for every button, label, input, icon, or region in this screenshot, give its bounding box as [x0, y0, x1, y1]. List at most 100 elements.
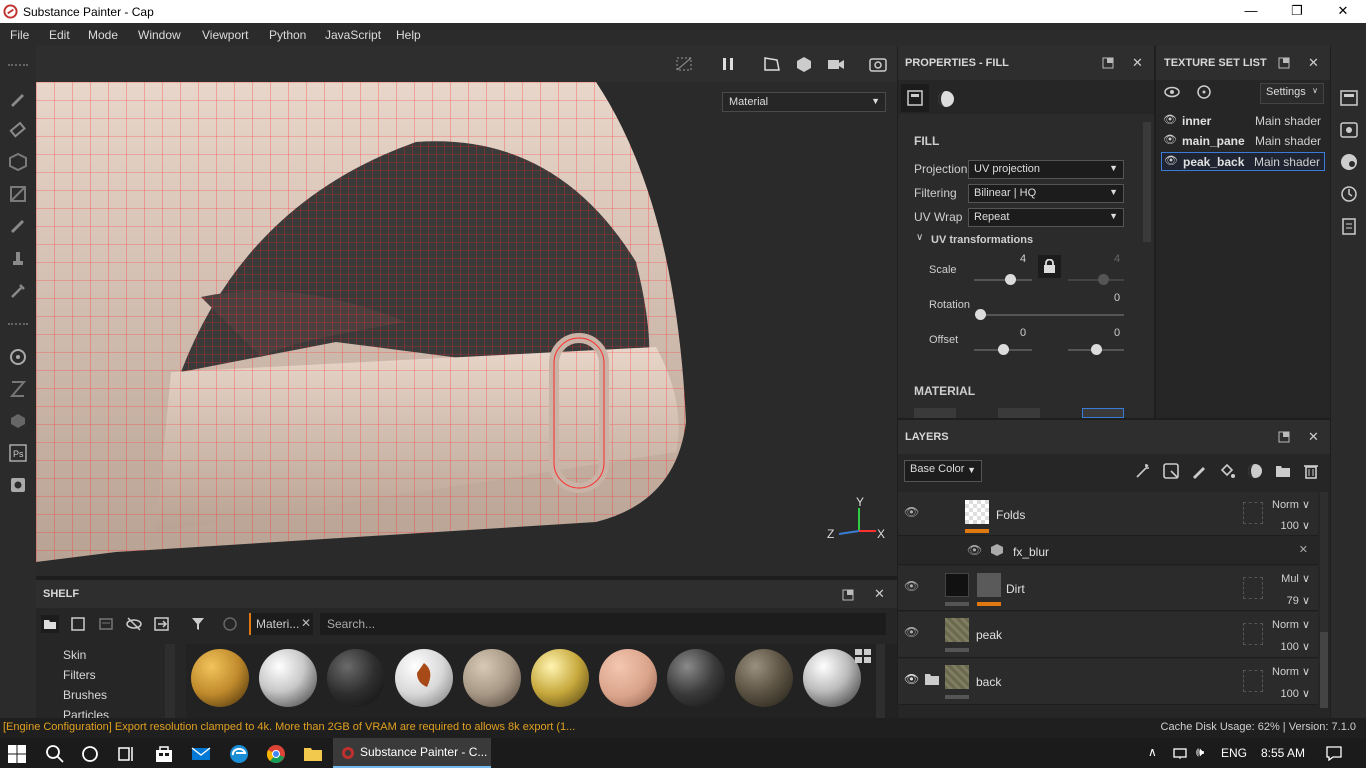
display-mode-dropdown[interactable]: Material ▼ — [722, 92, 886, 112]
filter-icon[interactable] — [189, 615, 207, 633]
category-particles[interactable]: Particles — [63, 708, 109, 718]
menu-viewport[interactable]: Viewport — [202, 28, 248, 42]
opacity[interactable]: 100 ∨ — [1281, 687, 1310, 700]
filtering-dropdown[interactable]: Bilinear | HQ ▼ — [968, 184, 1124, 203]
layers-scrollbar[interactable] — [1320, 492, 1328, 708]
material-thumbnail[interactable] — [327, 649, 385, 707]
category-brushes[interactable]: Brushes — [63, 688, 107, 702]
texture-set-item-selected[interactable]: 👁 peak_back Main shader — [1161, 152, 1325, 171]
opacity[interactable]: 79 ∨ — [1287, 594, 1310, 607]
layer-row[interactable]: 👁 Folds Norm ∨ 100 ∨ — [898, 492, 1318, 536]
bake-icon[interactable] — [8, 379, 28, 399]
scale-slider-knob[interactable] — [1005, 274, 1016, 285]
color-picker-icon[interactable] — [8, 280, 28, 300]
add-folder-icon[interactable] — [1274, 462, 1292, 480]
effect-visibility-icon[interactable]: 👁 — [967, 543, 982, 557]
uv-transformations-title[interactable]: UV transformations — [931, 234, 1033, 246]
layer-visibility-icon[interactable]: 👁 — [904, 505, 919, 519]
shelf-list-icon[interactable] — [97, 615, 115, 633]
settings-dropdown[interactable]: Settings ∨ — [1260, 83, 1324, 104]
blend-mode[interactable]: Mul ∨ — [1281, 572, 1310, 585]
collapse-chevron-icon[interactable]: ∨ — [916, 232, 923, 243]
rotation-slider[interactable] — [980, 314, 1124, 316]
taskbar-app-substance[interactable]: Substance Painter - C... — [333, 738, 491, 768]
system-tray-chevron-icon[interactable]: ∧ — [1148, 745, 1157, 759]
menu-help[interactable]: Help — [396, 28, 421, 42]
history-icon[interactable] — [1339, 184, 1359, 204]
add-mask-icon[interactable] — [1162, 462, 1180, 480]
add-smart-material-icon[interactable] — [1246, 462, 1264, 480]
menu-mode[interactable]: Mode — [88, 28, 118, 42]
log-icon[interactable] — [1339, 216, 1359, 236]
hide-ui-icon[interactable] — [674, 55, 694, 73]
screenshot-icon[interactable] — [868, 55, 888, 73]
windows-start-icon[interactable] — [7, 744, 27, 764]
texture-set-item[interactable]: 👁 inner Main shader — [1161, 112, 1325, 131]
material-channel-button[interactable] — [914, 408, 956, 418]
undock-icon[interactable] — [1278, 57, 1290, 69]
add-fill-layer-icon[interactable] — [1218, 462, 1236, 480]
delete-layer-icon[interactable] — [1302, 462, 1320, 480]
layer-visibility-icon[interactable]: 👁 — [904, 672, 919, 686]
material-channel-button[interactable] — [998, 408, 1040, 418]
cap-mesh-render[interactable] — [36, 82, 897, 576]
material-channel-button[interactable] — [1082, 408, 1124, 418]
substance-icon[interactable] — [8, 411, 28, 431]
close-texture-set-icon[interactable]: ✕ — [1308, 55, 1319, 71]
thumbnails-scrollbar[interactable] — [876, 644, 885, 718]
add-paint-layer-icon[interactable] — [1190, 462, 1208, 480]
layer-row[interactable]: 👁 Dirt Mul ∨ 79 ∨ — [898, 566, 1318, 611]
scale-slider[interactable] — [974, 279, 1032, 281]
shelf-search-input[interactable]: Search... — [320, 613, 886, 635]
view-mode-3d-icon[interactable] — [794, 55, 814, 73]
grid-view-icon[interactable] — [854, 648, 872, 664]
visibility-toggle-icon[interactable] — [1163, 84, 1181, 100]
store-icon[interactable] — [153, 743, 175, 765]
layers-scrollbar-thumb[interactable] — [1320, 632, 1328, 708]
layer-folder-row[interactable]: 👁 back Norm ∨ 100 ∨ — [898, 659, 1318, 705]
layer-visibility-icon[interactable]: 👁 — [904, 579, 919, 593]
channel-dropdown[interactable]: Base Color ▼ — [904, 460, 982, 482]
blend-mode[interactable]: Norm ∨ — [1272, 618, 1310, 631]
texture-set-settings-icon[interactable] — [1339, 88, 1359, 108]
hide-icon[interactable] — [125, 615, 143, 633]
cortana-icon[interactable] — [79, 743, 101, 765]
fill-properties-tab[interactable] — [901, 84, 929, 112]
material-thumbnail[interactable] — [667, 649, 725, 707]
language-indicator[interactable]: ENG — [1221, 746, 1247, 760]
filter-tag-chip[interactable]: Materi... ✕ — [249, 613, 313, 635]
opacity[interactable]: 100 ∨ — [1281, 640, 1310, 653]
eye-icon[interactable]: 👁 — [1163, 113, 1177, 126]
menu-javascript[interactable]: JavaScript — [325, 28, 381, 42]
projection-dropdown[interactable]: UV projection ▼ — [968, 160, 1124, 179]
projection-icon[interactable] — [8, 152, 28, 172]
clone-stamp-icon[interactable] — [8, 248, 28, 268]
file-explorer-icon[interactable] — [302, 743, 324, 765]
network-icon[interactable] — [1172, 746, 1188, 760]
uvwrap-dropdown[interactable]: Repeat ▼ — [968, 208, 1124, 227]
material-thumbnail[interactable] — [531, 649, 589, 707]
menu-edit[interactable]: Edit — [49, 28, 70, 42]
effect-row[interactable]: 👁 fx_blur ✕ — [898, 537, 1318, 565]
opacity[interactable]: 100 ∨ — [1281, 519, 1310, 532]
material-tab-icon[interactable] — [936, 89, 956, 109]
blend-mode[interactable]: Norm ∨ — [1272, 665, 1310, 678]
engine-status-message[interactable]: [Engine Configuration] Export resolution… — [3, 721, 575, 733]
texture-set-item[interactable]: 👁 main_pane Main shader — [1161, 132, 1325, 151]
category-skin[interactable]: Skin — [63, 648, 86, 662]
material-thumbnail[interactable] — [735, 649, 793, 707]
menu-window[interactable]: Window — [138, 28, 181, 42]
layer-visibility-icon[interactable]: 👁 — [904, 625, 919, 639]
capture-icon[interactable] — [8, 475, 28, 495]
menu-file[interactable]: File — [10, 28, 29, 42]
menu-python[interactable]: Python — [269, 28, 306, 42]
task-view-icon[interactable] — [115, 743, 137, 765]
close-layers-icon[interactable]: ✕ — [1308, 429, 1319, 445]
close-properties-icon[interactable]: ✕ — [1132, 55, 1143, 71]
blend-mode[interactable]: Norm ∨ — [1272, 498, 1310, 511]
photoshop-icon[interactable]: Ps — [8, 443, 28, 463]
import-icon[interactable] — [153, 615, 171, 633]
layer-row[interactable]: 👁 peak Norm ∨ 100 ∨ — [898, 612, 1318, 658]
material-thumbnail[interactable] — [463, 649, 521, 707]
solo-view-icon[interactable] — [1195, 84, 1213, 100]
